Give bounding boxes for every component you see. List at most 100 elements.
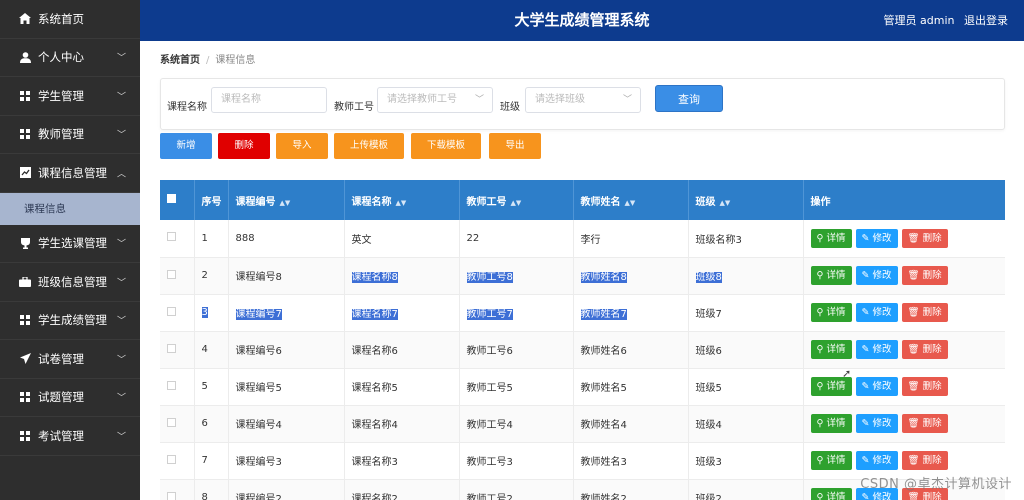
sidebar-item-exams[interactable]: 考试管理 ﹀ — [0, 417, 140, 456]
row-checkbox[interactable] — [167, 417, 176, 427]
cell-code: 课程编号7 — [235, 309, 282, 320]
header-teacher-name[interactable]: 教师姓名 ▲▼ — [573, 180, 689, 220]
trash-icon: 🗑 — [907, 307, 920, 318]
header-course-name[interactable]: 课程名称 ▲▼ — [344, 180, 460, 220]
delete-button[interactable]: 🗑 删除 — [901, 340, 948, 359]
import-button[interactable]: 导入 — [276, 133, 328, 159]
briefcase-icon — [18, 276, 32, 287]
delete-button[interactable]: 🗑 删除 — [901, 228, 948, 248]
sort-icon: ▲▼ — [395, 198, 407, 207]
delete-button[interactable]: 🗑 删除 — [901, 414, 948, 433]
table-cell: 课程名称3 — [344, 442, 460, 479]
sort-icon: ▲▼ — [279, 198, 291, 207]
class-select[interactable]: 请选择班级 ﹀ — [525, 87, 641, 113]
detail-button[interactable]: ⚲ 详情 — [810, 303, 852, 322]
sidebar-item-class-info[interactable]: 班级信息管理 ﹀ — [0, 263, 140, 302]
detail-label: 详情 — [826, 455, 846, 466]
table-cell: ⚲ 详情 ✎ 修改 🗑 删除 — [803, 220, 1005, 257]
edit-button[interactable]: ✎ 修改 — [855, 266, 898, 285]
sidebar-item-course-info[interactable]: 课程信息管理 ︿ — [0, 154, 140, 193]
table-cell: 班级4 — [688, 405, 804, 442]
row-checkbox[interactable] — [167, 380, 176, 390]
header-course-code[interactable]: 课程编号 ▲▼ — [228, 180, 345, 220]
detail-label: 详情 — [826, 232, 846, 244]
table-cell: 班级5 — [688, 368, 804, 405]
sidebar-item-students[interactable]: 学生管理 ﹀ — [0, 77, 140, 116]
row-checkbox[interactable] — [167, 306, 176, 316]
breadcrumb: 系统首页 / 课程信息 — [160, 51, 255, 66]
edit-button[interactable]: ✎ 修改 — [855, 340, 898, 359]
sidebar-item-teachers[interactable]: 教师管理 ﹀ — [0, 116, 140, 154]
cell-name: 课程名称3 — [351, 457, 398, 468]
row-checkbox[interactable] — [167, 343, 176, 353]
select-all-checkbox[interactable] — [167, 194, 176, 203]
course-name-input[interactable]: 课程名称 — [211, 87, 327, 113]
sidebar-item-home[interactable]: 系统首页 — [0, 0, 140, 39]
table-cell: 6 — [194, 405, 229, 442]
sidebar-item-course-selection[interactable]: 学生选课管理 ﹀ — [0, 225, 140, 263]
table-cell: 教师姓名5 — [573, 368, 689, 405]
header-actions: 操作 — [803, 180, 1005, 220]
detail-button[interactable]: ⚲ 详情 — [810, 266, 852, 285]
pencil-icon: ✎ — [861, 307, 870, 318]
delete-button[interactable]: 🗑 删除 — [901, 266, 948, 285]
row-checkbox[interactable] — [167, 491, 176, 500]
upload-template-button[interactable]: 上传模板 — [334, 133, 404, 159]
query-button[interactable]: 查询 — [655, 85, 723, 112]
table-cell: 教师姓名2 — [573, 479, 689, 500]
edit-button[interactable]: ✎ 修改 — [855, 451, 898, 470]
table-row: 3 课程编号7 课程名称7 教师工号7 教师姓名7 班级7 ⚲ 详情 ✎ 修改 🗑 删除 — [160, 294, 1005, 331]
trophy-icon — [18, 237, 32, 249]
top-header: 大学生成绩管理系统 管理员 admin 退出登录 — [140, 0, 1024, 41]
chevron-down-icon: ﹀ — [116, 239, 126, 250]
table-cell: 班级6 — [688, 331, 804, 368]
detail-button[interactable]: ⚲ 详情 — [810, 340, 852, 359]
sidebar-item-label: 考试管理 — [38, 428, 84, 443]
grid-icon — [18, 90, 32, 101]
breadcrumb-home[interactable]: 系统首页 — [160, 55, 200, 66]
add-button[interactable]: 新增 — [160, 133, 212, 159]
search-icon: ⚲ — [816, 492, 824, 500]
sidebar-item-papers[interactable]: 试卷管理 ﹀ — [0, 340, 140, 379]
table-cell — [160, 331, 195, 368]
detail-button[interactable]: ⚲ 详情 — [810, 451, 852, 470]
row-checkbox[interactable] — [167, 454, 176, 464]
detail-button[interactable]: ⚲ 详情 — [810, 414, 852, 433]
sidebar-item-grades[interactable]: 学生成绩管理 ﹀ — [0, 302, 140, 340]
download-template-button[interactable]: 下载模板 — [411, 133, 481, 159]
table-cell: ⚲ 详情 ✎ 修改 🗑 删除 — [803, 294, 1005, 331]
table-cell: 888 — [228, 220, 345, 257]
edit-button[interactable]: ✎ 修改 — [855, 377, 898, 396]
table-cell: 课程编号6 — [228, 331, 345, 368]
sidebar-subitem-course-info[interactable]: 课程信息 — [0, 192, 140, 225]
edit-button[interactable]: ✎ 修改 — [855, 228, 898, 248]
logout-link[interactable]: 退出登录 — [964, 14, 1008, 27]
sidebar-item-profile[interactable]: 个人中心 ﹀ — [0, 39, 140, 77]
header-class[interactable]: 班级 ▲▼ — [688, 180, 804, 220]
cell-no: 4 — [201, 344, 208, 355]
cell-code: 课程编号6 — [235, 346, 282, 357]
detail-button[interactable]: ⚲ 详情 — [810, 488, 852, 500]
table-cell: 李行 — [573, 220, 689, 257]
delete-button[interactable]: 🗑 删除 — [901, 451, 948, 470]
sidebar: 系统首页 个人中心 ﹀ 学生管理 ﹀ 教师管理 ﹀ 课程信息管理 ︿ 课程信息 … — [0, 0, 140, 500]
breadcrumb-separator: / — [206, 55, 210, 66]
table-cell: 教师工号6 — [459, 331, 574, 368]
teacher-id-select[interactable]: 请选择教师工号 ﹀ — [377, 87, 493, 113]
edit-label: 修改 — [872, 232, 892, 244]
delete-button[interactable]: 🗑 删除 — [901, 303, 948, 322]
edit-button[interactable]: ✎ 修改 — [855, 303, 898, 322]
edit-button[interactable]: ✎ 修改 — [855, 414, 898, 433]
header-teacher-id[interactable]: 教师工号 ▲▼ — [459, 180, 574, 220]
detail-button[interactable]: ⚲ 详情 — [810, 228, 852, 248]
batch-delete-button[interactable]: 删除 — [218, 133, 270, 159]
search-icon: ⚲ — [816, 381, 824, 392]
delete-button[interactable]: 🗑 删除 — [901, 377, 948, 396]
row-checkbox[interactable] — [167, 269, 176, 279]
cell-cls: 班级5 — [695, 383, 722, 394]
export-button[interactable]: 导出 — [489, 133, 541, 159]
row-checkbox[interactable] — [167, 232, 176, 242]
search-icon: ⚲ — [816, 232, 824, 244]
chart-icon — [18, 167, 32, 179]
sidebar-item-questions[interactable]: 试题管理 ﹀ — [0, 379, 140, 417]
